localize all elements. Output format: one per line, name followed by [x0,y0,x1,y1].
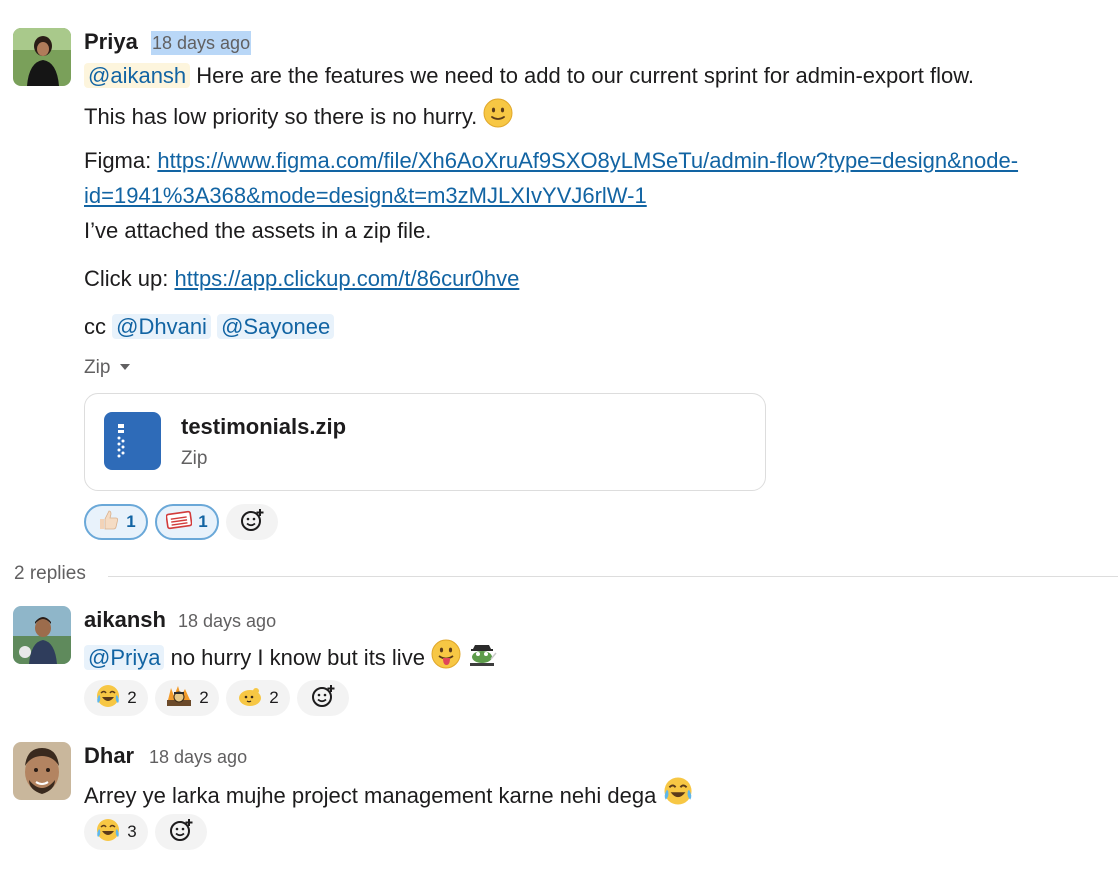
reaction-done[interactable]: 1 [155,504,219,540]
thread-divider [108,576,1118,577]
figma-link-continued[interactable]: id=1941%3A368&mode=design&t=m3zMJLXIvYVJ… [84,183,647,208]
yellow-blob-icon [237,684,263,713]
this-is-fine-icon [165,684,193,713]
message-text: no hurry I know but its live [170,645,425,670]
joy-icon [662,775,694,815]
file-attachment-card[interactable]: testimonials.zip Zip [84,393,766,491]
mention-aikansh[interactable]: @aikansh [84,63,191,88]
mention-priya[interactable]: @Priya [84,645,165,670]
spy-frog-icon [467,639,497,677]
message-line: Arrey ye larka mujhe project management … [84,775,694,815]
reaction-count: 1 [126,512,136,531]
reaction-count: 2 [127,688,137,707]
joy-icon [95,817,121,848]
add-emoji-icon [310,683,336,714]
message-line: cc @Dhvani @Sayonee [84,312,335,342]
author-name[interactable]: aikansh [84,607,166,633]
message-text: Arrey ye larka mujhe project management … [84,783,657,808]
mention-dhvani[interactable]: @Dhvani [112,314,211,339]
message-line: This has low priority so there is no hur… [84,98,513,136]
reaction-count: 2 [199,688,209,707]
slightly-smiling-face-icon [483,98,513,136]
reaction-joy[interactable]: 3 [84,814,148,850]
message-line: @Priya no hurry I know but its live [84,639,497,677]
reaction-this-is-fine[interactable]: 2 [155,680,219,716]
message-line: Click up: https://app.clickup.com/t/86cu… [84,264,519,294]
reaction-yellow-blob[interactable]: 2 [226,680,290,716]
message-line: @aikansh Here are the features we need t… [84,61,974,91]
add-reaction-button[interactable] [226,504,278,540]
message-timestamp[interactable]: 18 days ago [178,609,276,633]
message-line: Figma: https://www.figma.com/file/Xh6AoX… [84,146,1018,176]
reaction-thumbsup[interactable]: 1 [84,504,148,540]
clickup-prefix: Click up: [84,266,169,291]
mention-sayonee[interactable]: @Sayonee [217,314,335,339]
cc-prefix: cc [84,314,106,339]
add-emoji-icon [239,507,265,538]
avatar-dhar[interactable] [13,742,71,800]
author-name[interactable]: Dhar [84,743,134,769]
message-line: id=1941%3A368&mode=design&t=m3zMJLXIvYVJ… [84,181,647,211]
thumbsup-icon [96,508,120,537]
message-timestamp[interactable]: 18 days ago [149,745,247,769]
message-text: Here are the features we need to add to … [196,63,975,88]
zip-file-icon [104,412,161,470]
attachment-group-label: Zip [84,357,111,378]
file-type: Zip [181,448,208,469]
file-name: testimonials.zip [181,414,347,439]
message-timestamp[interactable]: 18 days ago [151,31,252,55]
attachment-group-toggle[interactable]: Zip [84,357,131,379]
reaction-count: 2 [269,688,279,707]
figma-link[interactable]: https://www.figma.com/file/Xh6AoXruAf9SX… [157,148,1018,173]
reply-count[interactable]: 2 replies [14,563,86,585]
figma-prefix: Figma: [84,148,152,173]
avatar-priya[interactable] [13,28,71,86]
caret-down-icon [120,364,131,370]
message-line: I’ve attached the assets in a zip file. [84,218,432,243]
avatar-aikansh[interactable] [13,606,71,664]
joy-icon [95,683,121,714]
reaction-count: 3 [127,822,137,841]
reaction-joy[interactable]: 2 [84,680,148,716]
add-reaction-button[interactable] [155,814,207,850]
author-name[interactable]: Priya [84,29,138,55]
clickup-link[interactable]: https://app.clickup.com/t/86cur0hve [174,266,519,291]
add-reaction-button[interactable] [297,680,349,716]
add-emoji-icon [168,817,194,848]
done-stamp-icon [165,510,193,535]
message-text: This has low priority so there is no hur… [84,104,478,129]
tongue-out-face-icon [431,639,461,677]
reaction-count: 1 [198,512,208,531]
